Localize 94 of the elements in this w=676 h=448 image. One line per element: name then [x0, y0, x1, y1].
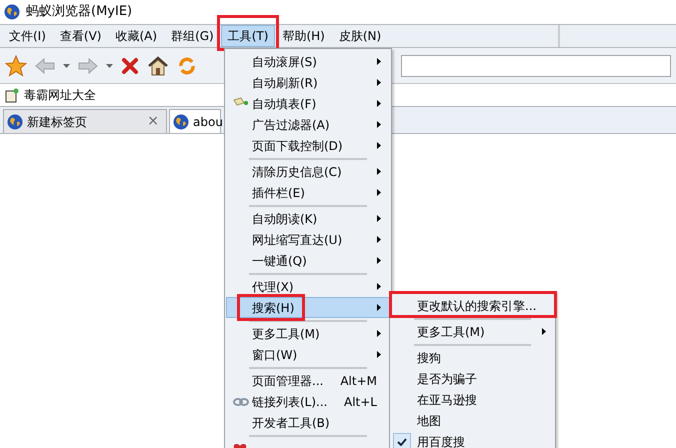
submenu-arrow-icon [377, 79, 381, 86]
menu-bar-item[interactable]: 工具(T) [220, 25, 276, 47]
menu-item-label: 窗口(W) [252, 346, 298, 364]
menu-item[interactable]: 代理(X) [226, 276, 390, 297]
submenu-arrow-icon [377, 142, 381, 149]
menu-item[interactable]: 在亚马逊搜 [391, 389, 554, 410]
menu-item-label: 网址缩写直达(U) [252, 232, 342, 248]
menu-item[interactable]: 网址缩写直达(U) [226, 229, 390, 250]
menu-item[interactable]: 页面管理器... Alt+M [226, 370, 390, 391]
menu-item-label: 链接列表(L)... [252, 394, 328, 410]
submenu-arrow-icon [377, 215, 381, 222]
menu-item-label: 页面下载控制(D) [252, 138, 343, 154]
submenu-arrow-icon [377, 257, 381, 264]
menu-item-label: 用百度搜 [417, 434, 465, 448]
highlight-frame [237, 294, 305, 321]
close-icon[interactable] [121, 56, 139, 74]
menu-item[interactable]: 搜狗 [391, 347, 554, 368]
browser-tab[interactable]: 新建标签页 × [3, 109, 167, 133]
submenu-arrow-icon [377, 121, 381, 128]
submenu-arrow-icon [377, 236, 381, 243]
tab-title: abou [193, 114, 223, 130]
close-icon[interactable]: × [147, 111, 163, 132]
submenu-arrow-icon [377, 168, 381, 175]
menu-item[interactable]: 自动滚屏(S) [226, 51, 390, 72]
menu-item[interactable]: 用百度搜 [391, 431, 554, 448]
menu-item[interactable]: 是否为骗子 [391, 368, 554, 389]
submenu-arrow-icon [377, 351, 381, 358]
menu-item[interactable]: 开发者工具(B) [226, 412, 390, 433]
menu-item-label: 地图 [417, 412, 441, 430]
menu-item-label: 自动朗读(K) [252, 210, 318, 228]
menu-item[interactable]: 页面下载控制(D) [226, 135, 390, 156]
menu-item-label: 自动刷新(R) [252, 74, 318, 92]
browser-logo-icon [4, 4, 20, 20]
home-icon[interactable] [147, 56, 169, 76]
menu-item-label: 自动滚屏(S) [252, 54, 317, 70]
submenu-arrow-icon [377, 330, 381, 337]
menu-item-label: 代理(X) [252, 278, 294, 296]
menu-bar-item[interactable]: 文件(I) [2, 25, 53, 47]
menu-item[interactable]: 更多工具(M) [391, 321, 554, 342]
menu-item-label: 是否为骗子 [417, 370, 477, 388]
bookmark-link[interactable]: 毒霸网址大全 [24, 86, 96, 104]
menu-item-label: 一键通(Q) [252, 252, 307, 270]
menu-item[interactable]: 自动朗读(K) [226, 208, 390, 229]
menu-item-label: 更多工具(M) [417, 324, 485, 340]
chain-link-icon [233, 398, 249, 406]
submenu-arrow-icon [542, 328, 546, 335]
menu-bar-item[interactable]: 帮助(H) [275, 25, 332, 47]
menu-item-label: 开发者工具(B) [252, 414, 330, 432]
menu-item[interactable]: 地图 [391, 410, 554, 431]
menu-item-label: 更多工具(M) [252, 326, 320, 342]
menu-item-label: 清除历史信息(C) [252, 164, 342, 180]
menu-item[interactable]: 清除历史信息(C) [226, 161, 390, 182]
submenu-arrow-icon [377, 189, 381, 196]
menu-bar-item[interactable]: 皮肤(N) [332, 25, 388, 47]
menu-item[interactable]: 一键通(Q) [226, 250, 390, 271]
menu-item[interactable]: 插件栏(E) [226, 182, 390, 203]
back-arrow-icon[interactable] [35, 58, 55, 74]
menu-item-label: 更改默认的搜索引擎... [417, 298, 536, 314]
menu-item[interactable]: 更多工具(M) [226, 323, 390, 344]
menu-item[interactable]: 窗口(W) [226, 344, 390, 365]
globe-icon [7, 114, 23, 130]
tab-title: 新建标签页 [27, 114, 88, 130]
forward-arrow-icon[interactable] [78, 58, 98, 74]
menu-item[interactable]: 自动填表(F) [226, 93, 390, 114]
menu-item-label: 插件栏(E) [252, 184, 305, 202]
submenu-arrow-icon [377, 100, 381, 107]
refresh-icon[interactable] [177, 56, 197, 76]
menu-item-label: 搜狗 [417, 350, 441, 366]
dropdown-caret-icon[interactable] [63, 64, 70, 68]
address-field[interactable] [401, 54, 671, 76]
submenu-arrow-icon [377, 304, 381, 311]
dropdown-caret-icon[interactable] [106, 64, 113, 68]
menu-item-label: 自动填表(F) [252, 96, 316, 112]
check-icon [397, 438, 407, 446]
menu-bar-item[interactable]: 群组(G) [164, 25, 221, 47]
menu-bar-item[interactable]: 查看(V) [52, 25, 108, 47]
globe-icon [173, 114, 189, 130]
menu-bar-item[interactable]: 收藏(A) [108, 25, 164, 47]
shortcut-label: Alt+L [344, 394, 377, 410]
menu-item[interactable]: 广告过滤器(A) [226, 114, 390, 135]
menu-item[interactable]: 链接列表(L)... Alt+L [226, 391, 390, 412]
shortcut-label: Alt+M [340, 372, 377, 390]
note-icon [5, 88, 19, 102]
submenu-arrow-icon [377, 283, 381, 290]
menu-item-label: 在亚马逊搜 [417, 392, 477, 408]
browser-tab[interactable]: abou [169, 109, 221, 133]
menu-item[interactable]: 自动刷新(R) [226, 72, 390, 93]
star-icon[interactable] [5, 54, 27, 76]
menu-item-label: 广告过滤器(A) [252, 116, 330, 134]
menu-item-label: 搜索(H) [252, 300, 294, 316]
submenu-arrow-icon [377, 58, 381, 65]
menu-item-label: 页面管理器... [252, 372, 324, 390]
window-title: 蚂蚁浏览器(MyIE) [26, 3, 132, 22]
menu-item[interactable]: 搜索(H) [226, 297, 390, 318]
